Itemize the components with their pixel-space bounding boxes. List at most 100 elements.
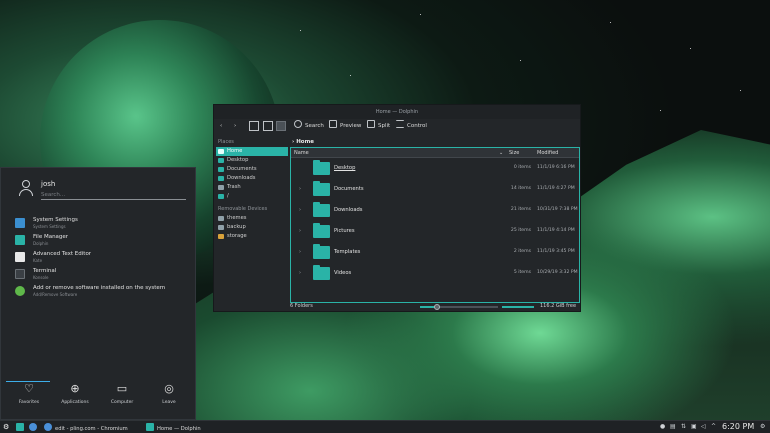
icons-view-icon[interactable] [249, 121, 259, 131]
free-space-bar [502, 306, 534, 308]
trash-icon [218, 185, 224, 190]
place-downloads[interactable]: Downloads [216, 174, 290, 183]
control-button[interactable]: Control [396, 120, 427, 132]
text-editor-icon [15, 252, 25, 262]
app-file-manager[interactable]: File Manager Dolphin [13, 233, 193, 250]
column-name[interactable]: Name [294, 150, 309, 156]
star [610, 22, 611, 23]
launcher-button-icon[interactable]: ⚙ [3, 423, 9, 432]
place-label: Downloads [227, 175, 256, 181]
clipboard-icon[interactable]: ▤ [670, 423, 676, 430]
task-label: Home — Dolphin [157, 426, 201, 432]
column-size[interactable]: Size [509, 150, 519, 156]
applications-grid-icon: ⊕ [70, 382, 80, 395]
dolphin-icon [146, 423, 154, 431]
app-title: File Manager [33, 234, 69, 240]
app-text-editor[interactable]: Advanced Text Editor Kate [13, 250, 193, 267]
expand-chevron-icon[interactable]: › [299, 228, 301, 234]
place-home[interactable]: Home [216, 147, 288, 156]
folder-icon [313, 244, 330, 259]
column-modified[interactable]: Modified [537, 150, 558, 156]
app-list: System Settings System Settings File Man… [13, 216, 193, 301]
app-title: Advanced Text Editor [33, 251, 92, 257]
zoom-slider[interactable] [420, 304, 498, 310]
back-arrow-icon[interactable]: ‹ [220, 120, 222, 132]
file-name: Desktop [334, 165, 356, 171]
file-row[interactable]: › Downloads 21 items 10/31/19 7:38 PM [291, 200, 579, 221]
dolphin-window: Home — Dolphin ‹ › Search Preview Split … [213, 104, 581, 312]
place-desktop[interactable]: Desktop [216, 156, 290, 165]
file-modified: 11/1/19 4:14 PM [537, 228, 575, 233]
update-notifier-icon[interactable]: ● [660, 423, 665, 430]
file-name: Downloads [334, 207, 363, 213]
star [420, 14, 421, 15]
file-row[interactable]: › Videos 5 items 10/29/19 3:32 PM [291, 263, 579, 284]
launcher-search-input[interactable] [41, 190, 186, 200]
star [690, 48, 691, 49]
places-panel: Places Home Desktop Documents Downloads … [216, 137, 290, 241]
zoom-slider-handle[interactable] [434, 304, 440, 310]
file-size: 21 items [510, 207, 531, 212]
place-documents[interactable]: Documents [216, 165, 290, 174]
place-label: Home [227, 148, 243, 154]
device-label: themes [227, 215, 247, 221]
device-backup[interactable]: backup [216, 223, 290, 232]
tab-label: Computer [110, 400, 134, 405]
place-root[interactable]: / [216, 192, 290, 201]
devices-icon[interactable]: ▣ [691, 423, 697, 430]
app-terminal[interactable]: Terminal Konsole [13, 267, 193, 284]
system-settings-icon [15, 218, 25, 228]
expand-chevron-icon[interactable]: › [299, 249, 301, 255]
place-label: / [227, 193, 229, 199]
split-button[interactable]: Split [367, 120, 390, 132]
expand-chevron-icon[interactable]: › [299, 207, 301, 213]
clock[interactable]: 6:20 PM [722, 422, 754, 431]
star [660, 110, 661, 111]
breadcrumb[interactable]: › Home [292, 137, 314, 147]
app-add-remove-software[interactable]: Add or remove software installed on the … [13, 284, 193, 301]
file-row[interactable]: › Pictures 25 items 11/1/19 4:14 PM [291, 221, 579, 242]
device-storage[interactable]: storage [216, 232, 290, 241]
file-name: Documents [334, 186, 364, 192]
file-row[interactable]: › Documents 14 items 11/1/19 4:27 PM [291, 179, 579, 200]
preview-button[interactable]: Preview [329, 120, 361, 132]
expand-chevron-icon[interactable]: › [299, 186, 301, 192]
settings-gear-icon[interactable]: ⚙ [760, 423, 765, 430]
window-titlebar[interactable]: Home — Dolphin [214, 105, 580, 119]
root-folder-icon [218, 194, 224, 199]
app-system-settings[interactable]: System Settings System Settings [13, 216, 193, 233]
tab-applications[interactable]: ⊕ Applications [52, 381, 98, 411]
app-title: Terminal [33, 268, 57, 274]
tray-expand-icon[interactable]: ^ [711, 423, 716, 430]
toolbar: ‹ › Search Preview Split Control [214, 119, 580, 134]
task-chromium[interactable]: edit - pling.com - Chromium [44, 423, 128, 432]
chromium-icon [44, 423, 52, 431]
tab-favorites[interactable]: ♡ Favorites [6, 381, 52, 411]
file-size: 14 items [510, 186, 531, 191]
dolphin-launcher-icon[interactable] [16, 423, 27, 432]
drive-icon [218, 225, 224, 230]
file-row[interactable]: Desktop 0 items 11/1/19 6:16 PM [291, 158, 579, 179]
folder-icon [313, 160, 330, 175]
device-themes[interactable]: themes [216, 214, 290, 223]
tab-computer[interactable]: ▭ Computer [99, 381, 145, 411]
place-trash[interactable]: Trash [216, 183, 290, 192]
forward-arrow-icon[interactable]: › [234, 120, 236, 132]
search-button[interactable]: Search [294, 120, 324, 132]
computer-icon: ▭ [116, 382, 128, 395]
place-label: Trash [227, 184, 241, 190]
task-dolphin[interactable]: Home — Dolphin [146, 423, 201, 432]
chromium-launcher-icon[interactable] [29, 423, 40, 432]
tab-leave[interactable]: ◎ Leave [146, 381, 192, 411]
network-icon[interactable]: ⇅ [681, 423, 686, 430]
details-view-icon[interactable] [276, 121, 286, 131]
file-row[interactable]: › Templates 2 items 11/1/19 3:45 PM [291, 242, 579, 263]
app-subtitle: Konsole [33, 275, 49, 280]
compact-view-icon[interactable] [263, 121, 273, 131]
file-modified: 11/1/19 6:16 PM [537, 165, 575, 170]
folder-icon [313, 181, 330, 196]
volume-icon[interactable]: ◁ [701, 423, 706, 430]
sort-chevron-icon[interactable]: ⌄ [499, 150, 503, 156]
expand-chevron-icon[interactable]: › [299, 270, 301, 276]
folder-icon [15, 235, 25, 245]
